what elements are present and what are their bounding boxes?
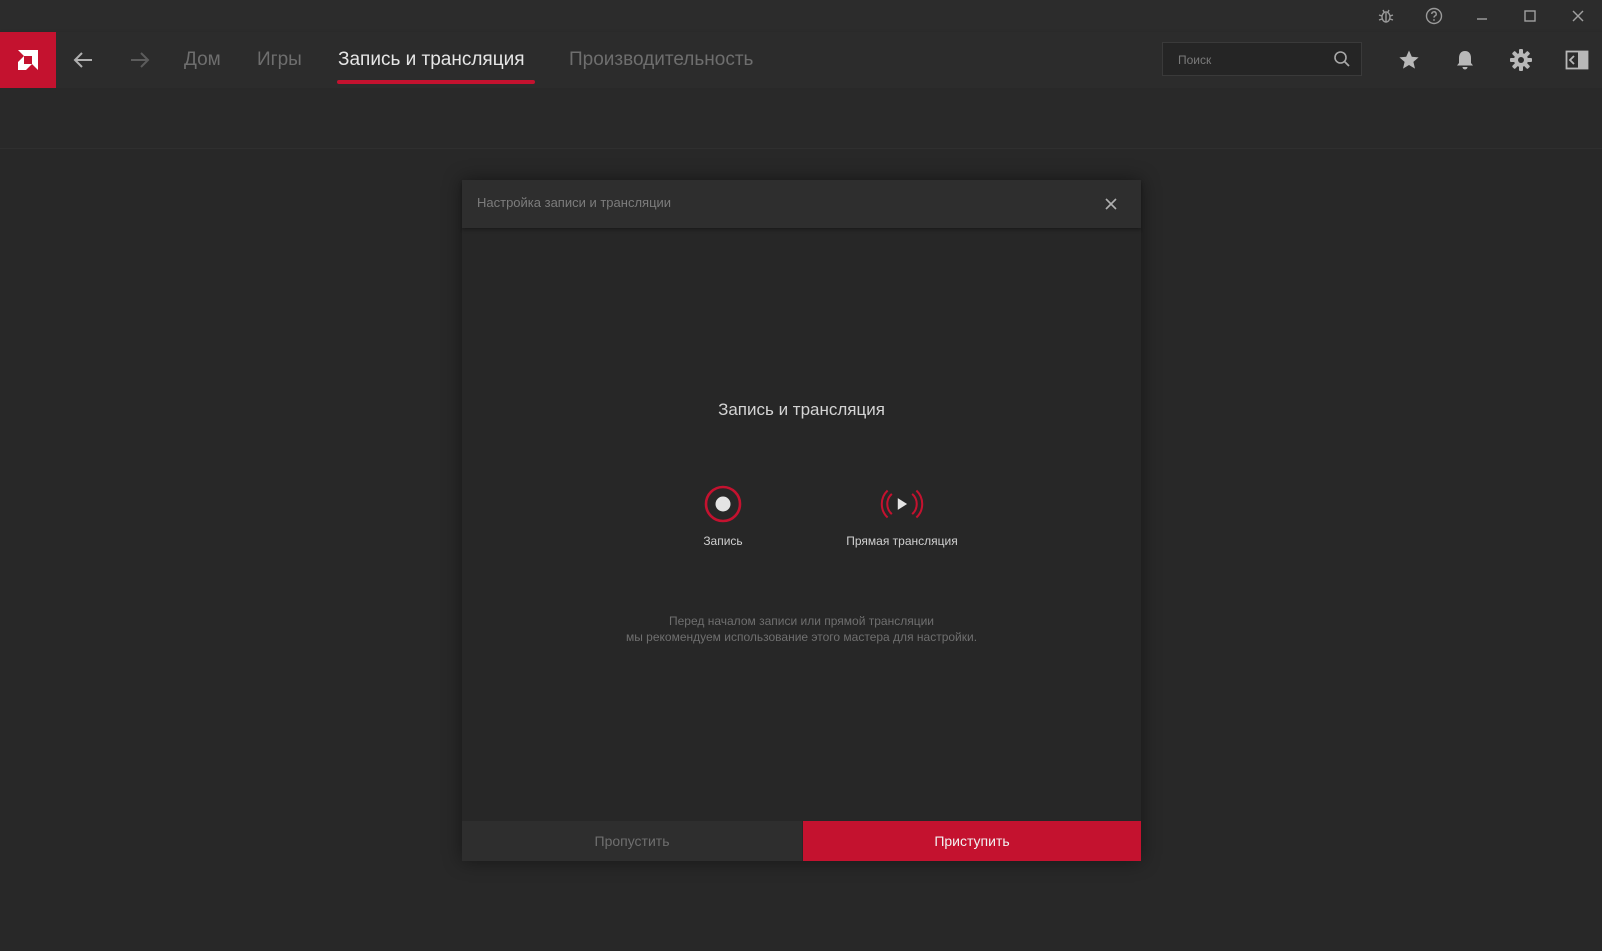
- help-icon[interactable]: [1420, 4, 1448, 28]
- maximize-icon[interactable]: [1516, 4, 1544, 28]
- live-stream-option[interactable]: Прямая трансляция: [822, 482, 982, 548]
- dialog-close-icon[interactable]: [1099, 192, 1123, 216]
- forward-arrow-icon[interactable]: [126, 46, 154, 74]
- live-stream-icon: [880, 482, 924, 526]
- bug-icon[interactable]: [1372, 4, 1400, 28]
- tab-games[interactable]: Игры: [257, 46, 302, 74]
- record-option[interactable]: Запись: [678, 482, 768, 548]
- active-tab-indicator: [337, 80, 535, 84]
- star-icon[interactable]: [1395, 46, 1423, 74]
- gear-icon[interactable]: [1507, 46, 1535, 74]
- dialog-heading: Запись и трансляция: [718, 400, 885, 419]
- close-icon[interactable]: [1564, 4, 1592, 28]
- nav-bar: Дом Игры Запись и трансляция Производите…: [0, 32, 1602, 88]
- tab-performance[interactable]: Производительность: [569, 46, 753, 74]
- dialog-header: Настройка записи и трансляции: [462, 180, 1141, 228]
- tab-record-stream[interactable]: Запись и трансляция: [338, 46, 525, 74]
- minimize-icon[interactable]: [1468, 4, 1496, 28]
- app-window: Дом Игры Запись и трансляция Производите…: [0, 0, 1602, 951]
- sub-bar: [0, 88, 1602, 149]
- bell-icon[interactable]: [1451, 46, 1479, 74]
- sidebar-toggle-icon[interactable]: [1563, 46, 1591, 74]
- skip-button[interactable]: Пропустить: [462, 821, 802, 861]
- dialog-hint: Перед началом записи или прямой трансляц…: [462, 613, 1141, 645]
- hint-line-2: мы рекомендуем использование этого масте…: [625, 630, 978, 644]
- record-icon: [701, 482, 745, 526]
- setup-dialog: Настройка записи и трансляции Запись и т…: [462, 180, 1141, 861]
- amd-logo[interactable]: [0, 32, 56, 88]
- back-arrow-icon[interactable]: [69, 46, 97, 74]
- start-button[interactable]: Приступить: [803, 821, 1141, 861]
- search-icon[interactable]: [1333, 50, 1351, 72]
- hint-line-1: Перед началом записи или прямой трансляц…: [669, 614, 934, 628]
- tab-home[interactable]: Дом: [184, 46, 221, 74]
- search-box: [1162, 42, 1362, 77]
- title-bar: [0, 0, 1602, 32]
- search-input[interactable]: [1163, 43, 1340, 77]
- dialog-title: Настройка записи и трансляции: [477, 195, 672, 210]
- record-label: Запись: [703, 534, 743, 548]
- live-stream-label: Прямая трансляция: [846, 534, 958, 548]
